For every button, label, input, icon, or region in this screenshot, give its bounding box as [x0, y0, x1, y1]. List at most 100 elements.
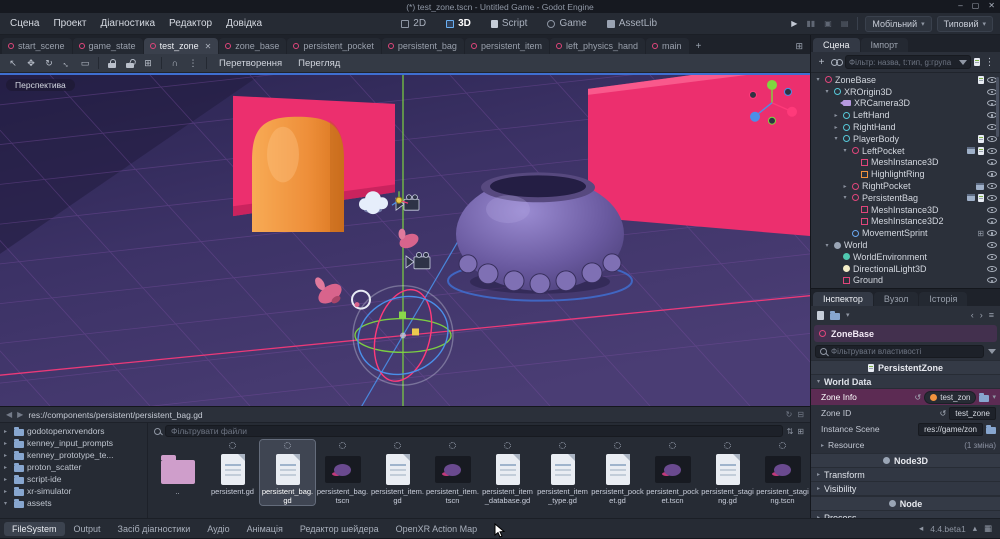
tree-row-xrcamera3d[interactable]: XRCamera3D [811, 98, 1000, 110]
instance-scene-field[interactable]: res://game/zon [918, 422, 983, 436]
visibility-eye-icon[interactable] [987, 277, 997, 284]
split-mode-icon[interactable]: ⊟ [797, 410, 804, 419]
tab-main[interactable]: main [646, 38, 689, 54]
file-tile[interactable]: persistent_pocket.gd [590, 440, 645, 505]
property-zone-id[interactable]: Zone ID ↺ test_zone [811, 405, 1000, 421]
panel-output[interactable]: Output [66, 522, 109, 536]
visibility-eye-icon[interactable] [987, 230, 997, 237]
tab-game-state[interactable]: game_state [72, 38, 143, 54]
tree-row-xrorigin3d[interactable]: ▾ XROrigin3D [811, 86, 1000, 98]
tab-start-scene[interactable]: start_scene [2, 38, 72, 54]
history-back-icon[interactable]: ‹ [971, 310, 974, 320]
folder-icon[interactable] [979, 392, 990, 402]
chevron-down-icon[interactable]: ▾ [846, 311, 850, 319]
folder-row[interactable]: ▸ xr-simulator [0, 485, 147, 497]
add-node-button[interactable]: + [815, 57, 828, 68]
menu-help[interactable]: Довідка [219, 15, 269, 32]
expand-panel-icon[interactable]: ▦ [984, 523, 992, 534]
maximize-button[interactable]: ▢ [972, 1, 980, 10]
history-forward-icon[interactable]: › [980, 310, 983, 320]
tab-scene-dock[interactable]: Сцена [813, 38, 860, 52]
panel-animation[interactable]: Анімація [239, 522, 291, 536]
script-icon[interactable] [978, 193, 984, 202]
script-icon[interactable] [978, 134, 984, 143]
instantiate-scene-icon[interactable] [831, 59, 843, 66]
tab-history[interactable]: Історія [919, 292, 968, 306]
tree-row-worldenvironment[interactable]: WorldEnvironment [811, 251, 1000, 263]
transform-menu[interactable]: Перетворення [212, 56, 289, 71]
file-tile-selected[interactable]: persistent_bag.gd [259, 439, 316, 506]
instance-icon[interactable] [967, 147, 975, 155]
tree-row-ground[interactable]: Ground [811, 275, 1000, 287]
file-tile[interactable]: persistent_bag.tscn [315, 440, 370, 505]
panel-shader-editor[interactable]: Редактор шейдера [292, 522, 387, 536]
tab-import-dock[interactable]: Імпорт [860, 38, 909, 52]
new-tab-button[interactable]: + [690, 39, 708, 54]
tab-persistent-pocket[interactable]: persistent_pocket [287, 38, 381, 54]
grid-view-icon[interactable]: ⊞ [797, 427, 804, 436]
revert-icon[interactable]: ↺ [940, 409, 947, 418]
inspector-menu-icon[interactable]: ≡ [989, 310, 994, 320]
snap-icon[interactable]: ∩ [167, 56, 183, 71]
viewport-3d[interactable]: Перспектива [0, 73, 810, 406]
panel-filesystem[interactable]: FileSystem [4, 521, 65, 536]
group-icon[interactable]: ⊞ [140, 56, 156, 71]
file-tile[interactable]: persistent_item_type.gd [535, 440, 590, 505]
tree-row-movementsprint[interactable]: MovementSprint ⊞ [811, 227, 1000, 239]
file-tile[interactable]: persistent_item.gd [370, 440, 425, 505]
panel-debugger[interactable]: Засіб діагностики [110, 522, 199, 536]
scene-filter-input[interactable] [849, 57, 956, 67]
scene-menu-icon[interactable]: ⋮ [983, 57, 996, 68]
folder-row[interactable]: ▸ godotopenxrvendors [0, 425, 147, 437]
zone-id-field[interactable]: test_zone [949, 406, 996, 420]
file-tile[interactable]: persistent.gd [205, 440, 260, 505]
scale-tool-icon[interactable]: ↔ [56, 52, 78, 74]
tab-inspector[interactable]: Інспектор [813, 292, 873, 306]
play-button[interactable]: ▶ [789, 18, 799, 29]
visibility-eye-icon[interactable] [987, 159, 997, 166]
menu-scene[interactable]: Сцена [3, 15, 46, 32]
load-resource-icon[interactable] [830, 310, 840, 320]
tab-zone-base[interactable]: zone_base [219, 38, 287, 54]
collapse-icon[interactable]: ◂ [919, 523, 923, 534]
tree-row-world[interactable]: ▾ World [811, 239, 1000, 251]
mode-3d-button[interactable]: 3D [437, 16, 480, 31]
visibility-eye-icon[interactable] [987, 265, 997, 272]
property-resource[interactable]: ▸ Resource (1 зміна) [811, 437, 1000, 453]
more-options-icon[interactable]: ⋮ [185, 56, 201, 71]
resource-pill[interactable]: test_zon [924, 390, 977, 404]
panel-openxr-action-map[interactable]: OpenXR Action Map [388, 522, 486, 536]
menu-project[interactable]: Проект [46, 15, 93, 32]
panel-audio[interactable]: Аудіо [199, 522, 237, 536]
mode-script-button[interactable]: Script [482, 16, 537, 31]
file-tile[interactable]: persistent_item.tscn [425, 440, 480, 505]
tab-left-physics-hand[interactable]: left_physics_hand [549, 38, 646, 54]
new-resource-icon[interactable] [817, 310, 824, 320]
script-class-header[interactable]: PersistentZone [811, 360, 1000, 375]
file-tile[interactable]: persistent_staging.gd [700, 440, 755, 505]
pin-panel-icon[interactable]: ▴ [973, 523, 977, 534]
visibility-eye-icon[interactable] [987, 218, 997, 225]
play-scene-button[interactable]: ▣ [822, 18, 834, 29]
tree-row-playerbody[interactable]: ▾ PlayerBody [811, 133, 1000, 145]
movie-mode-button[interactable]: ▤ [839, 18, 851, 29]
profile-dropdown[interactable]: Типовий ▾ [936, 15, 993, 32]
folder-icon[interactable] [986, 424, 996, 434]
property-instance-scene[interactable]: Instance Scene res://game/zon [811, 421, 1000, 437]
tree-row-meshinstance3d[interactable]: MeshInstance3D [811, 157, 1000, 169]
grid-icon[interactable]: ⊞ [977, 229, 984, 238]
refresh-icon[interactable]: ↻ [786, 410, 793, 419]
property-filter-input[interactable] [831, 347, 979, 356]
lock-icon[interactable] [104, 56, 120, 71]
tree-row-highlightring[interactable]: HighlightRing [811, 168, 1000, 180]
tree-row-directionallight3d[interactable]: DirectionalLight3D [811, 263, 1000, 275]
section-process[interactable]: ▸ Process [811, 511, 1000, 518]
file-tile-parent[interactable]: .. [150, 440, 205, 505]
sort-icon[interactable]: ⇅ [787, 427, 794, 436]
mode-game-button[interactable]: Game [538, 16, 595, 31]
move-tool-icon[interactable]: ✥ [23, 56, 39, 71]
forward-icon[interactable]: ▶ [17, 410, 23, 419]
view-menu[interactable]: Перегляд [291, 56, 347, 71]
distraction-free-icon[interactable]: ⊞ [790, 39, 808, 54]
menu-editor[interactable]: Редактор [162, 15, 219, 32]
